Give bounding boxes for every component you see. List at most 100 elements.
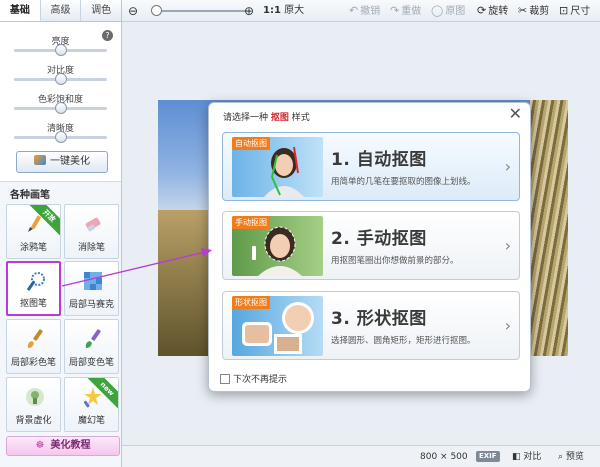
tool-label: 抠图笔 — [19, 299, 47, 309]
zoom-slider[interactable] — [152, 10, 247, 12]
manual-cutout-thumbnail: 手动抠图 — [232, 216, 323, 276]
zoom-slider-knob[interactable] — [150, 5, 162, 16]
tool-eraser-pen[interactable]: 消除笔 — [64, 204, 119, 259]
saturation-slider[interactable]: 色彩饱和度 — [8, 88, 113, 117]
undo-icon: ↶ — [349, 4, 359, 17]
shape-cutout-option[interactable]: 形状抠图 3. 形状抠图 选择圆形、圆角矩形，矩形进行抠图。 › — [222, 291, 520, 360]
zoom-in-icon[interactable]: ⊕ — [244, 0, 254, 22]
contrast-slider[interactable]: 对比度 — [8, 59, 113, 88]
manual-cutout-title: 2. 手动抠图 — [331, 229, 427, 249]
compare-label: 对比 — [523, 452, 542, 462]
auto-cutout-option[interactable]: 自动抠图 1. 自动抠图 用简单的几笔在要抠取的图像上划线。 › — [222, 132, 520, 201]
mosaic-icon — [84, 272, 102, 290]
actual-size-button[interactable]: 1:1 原大 — [263, 0, 304, 22]
tool-label: 背景虚化 — [15, 416, 52, 426]
tool-label: 局部马赛克 — [68, 300, 114, 310]
preview-label: 预览 — [565, 452, 584, 462]
auto-cutout-desc: 用简单的几笔在要抠取的图像上划线。 — [331, 177, 476, 187]
cutout-style-dialog: 请选择一种 抠图 样式 ✕ 自动抠图 1. 自动抠图 用简单的几笔在要抠取的图像… — [208, 102, 531, 392]
one-key-label: 一键美化 — [50, 156, 90, 167]
auto-cutout-thumbnail: 自动抠图 — [232, 137, 323, 197]
exif-badge: EXIF — [476, 451, 500, 462]
tab-color[interactable]: 调色 — [81, 0, 121, 21]
chevron-right-icon: › — [504, 157, 511, 176]
blur-background-icon — [26, 388, 44, 406]
auto-cutout-badge: 自动抠图 — [232, 137, 270, 150]
dialog-title: 请选择一种 抠图 样式 — [223, 110, 310, 123]
preview-button[interactable]: ⌕ 预览 — [558, 446, 584, 467]
compare-icon: ◧ — [512, 452, 521, 462]
resize-icon: ⊡ — [559, 4, 569, 17]
tool-graffiti-pen[interactable]: 开放 涂鸦笔 — [6, 204, 61, 259]
color-brush-icon — [27, 329, 43, 348]
undo-button[interactable]: ↶ 撤销 — [349, 0, 380, 23]
redo-label: 重做 — [401, 6, 422, 17]
rotate-button[interactable]: ⟳ 旋转 — [477, 0, 508, 23]
undo-label: 撤销 — [360, 6, 381, 17]
dialog-title-prefix: 请选择一种 — [223, 113, 269, 123]
tool-magic-pen[interactable]: new 魔幻笔 — [64, 377, 119, 432]
tool-label: 魔幻笔 — [77, 416, 105, 426]
status-bar: 800 × 500 EXIF ◧ 对比 ⌕ 预览 — [122, 445, 600, 467]
chevron-right-icon: › — [504, 236, 511, 255]
tutorial-label: 美化教程 — [50, 440, 91, 451]
dialog-title-suffix: 样式 — [291, 113, 310, 123]
zoom-out-icon[interactable]: ⊖ — [128, 0, 138, 22]
beautify-icon — [34, 155, 46, 165]
manual-cutout-option[interactable]: 手动抠图 2. 手动抠图 用抠图笔圈出你想做前景的部分。 › — [222, 211, 520, 280]
slider-knob[interactable] — [54, 73, 67, 85]
original-size-label: 原大 — [284, 5, 305, 16]
original-image-icon: ◯ — [431, 4, 444, 17]
dont-show-checkbox[interactable] — [220, 374, 230, 384]
tool-cutout-pen[interactable]: 抠图笔 — [6, 261, 61, 316]
manual-cutout-badge: 手动抠图 — [232, 216, 270, 229]
zoom-ratio: 1:1 — [263, 5, 281, 16]
photo-grass-right — [530, 100, 568, 356]
chevron-right-icon: › — [504, 316, 511, 335]
dont-show-label: 下次不再提示 — [233, 375, 288, 385]
crop-icon: ✂ — [518, 4, 528, 17]
tool-color-brush[interactable]: 局部彩色笔 — [6, 319, 61, 374]
tool-label: 消除笔 — [77, 243, 105, 253]
crop-label: 裁剪 — [529, 6, 550, 17]
photo-grass-left — [158, 210, 208, 356]
brightness-slider[interactable]: 亮度 — [8, 30, 113, 59]
tool-mosaic[interactable]: 局部马赛克 — [64, 261, 119, 316]
shape-cutout-desc: 选择圆形、圆角矩形，矩形进行抠图。 — [331, 336, 476, 346]
eraser-pen-icon — [85, 217, 101, 232]
cutout-pen-icon — [27, 272, 45, 291]
close-icon[interactable]: ✕ — [509, 106, 522, 122]
resize-button[interactable]: ⊡ 尺寸 — [559, 0, 590, 23]
tool-blur-background[interactable]: 背景虚化 — [6, 377, 61, 432]
slider-knob[interactable] — [54, 102, 67, 114]
beautify-tutorial-button[interactable]: ☸ 美化教程 — [6, 436, 120, 456]
tab-basic[interactable]: 基础 — [0, 0, 41, 21]
footprint-icon: ☸ — [35, 440, 45, 451]
redo-button[interactable]: ↷ 重做 — [390, 0, 421, 23]
rotate-icon: ⟳ — [477, 4, 487, 17]
manual-cutout-desc: 用抠图笔圈出你想做前景的部分。 — [331, 256, 459, 266]
dialog-title-highlight: 抠图 — [270, 113, 289, 123]
original-image-label: 原图 — [445, 6, 466, 17]
tool-recolor-brush[interactable]: 局部变色笔 — [64, 319, 119, 374]
compare-button[interactable]: ◧ 对比 — [512, 446, 541, 467]
one-key-beautify-button[interactable]: 一键美化 — [16, 151, 108, 173]
tool-label: 局部变色笔 — [68, 358, 114, 368]
tab-advanced[interactable]: 高级 — [41, 0, 82, 21]
slider-knob[interactable] — [54, 44, 67, 56]
rotate-label: 旋转 — [488, 6, 509, 17]
redo-icon: ↷ — [390, 4, 400, 17]
dont-show-again[interactable]: 下次不再提示 — [220, 372, 287, 385]
preview-icon: ⌕ — [558, 452, 564, 462]
brushes-section-title: 各种画笔 — [10, 190, 50, 201]
image-size: 800 × 500 — [420, 452, 468, 462]
top-toolbar: ⊖ ⊕ 1:1 原大 ↶ 撤销 ↷ 重做 ◯ 原图 ⟳ 旋转 ✂ 裁剪 ⊡ 尺寸 — [122, 0, 600, 22]
exif-button[interactable]: EXIF — [476, 446, 500, 467]
tool-label: 涂鸦笔 — [19, 243, 47, 253]
slider-knob[interactable] — [54, 131, 67, 143]
crop-button[interactable]: ✂ 裁剪 — [518, 0, 549, 23]
resize-label: 尺寸 — [570, 6, 591, 17]
sharpness-slider[interactable]: 清晰度 — [8, 117, 113, 146]
recolor-brush-icon — [85, 329, 101, 348]
original-image-button[interactable]: ◯ 原图 — [431, 0, 465, 23]
